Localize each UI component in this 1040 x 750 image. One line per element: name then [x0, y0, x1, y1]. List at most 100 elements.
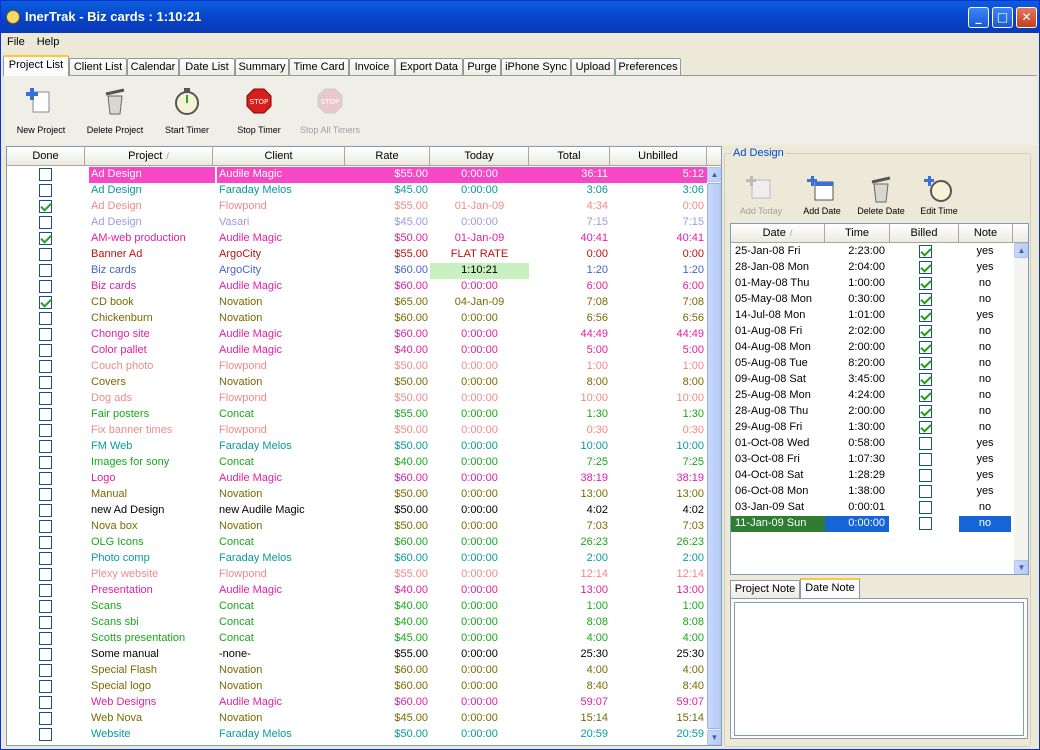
project-row[interactable]: Special Flash Novation $60.00 0:00:00 4:00 4:… — [7, 663, 707, 679]
done-checkbox[interactable] — [39, 200, 52, 213]
start-timer-button[interactable]: Start Timer — [157, 82, 217, 142]
done-checkbox[interactable] — [39, 424, 52, 437]
done-checkbox[interactable] — [39, 440, 52, 453]
date-row[interactable]: 14-Jul-08 Mon 1:01:00 yes — [731, 308, 1013, 324]
billed-checkbox[interactable] — [919, 245, 932, 258]
date-row[interactable]: 01-Oct-08 Wed 0:58:00 yes — [731, 436, 1013, 452]
tab-invoice[interactable]: Invoice — [349, 58, 395, 76]
done-checkbox[interactable] — [39, 216, 52, 229]
date-row[interactable]: 25-Jan-08 Fri 2:23:00 yes — [731, 244, 1013, 260]
tab-preferences[interactable]: Preferences — [615, 58, 681, 76]
billed-checkbox[interactable] — [919, 437, 932, 450]
project-row[interactable]: FM Web Faraday Melos $50.00 0:00:00 10:00 10:… — [7, 439, 707, 455]
project-row[interactable]: Fair posters Concat $55.00 0:00:00 1:30 1:30 — [7, 407, 707, 423]
date-row[interactable]: 03-Jan-09 Sat 0:00:01 no — [731, 500, 1013, 516]
column-header-date[interactable]: Date / — [731, 224, 825, 243]
done-checkbox[interactable] — [39, 456, 52, 469]
scroll-down-arrow-icon[interactable]: ▼ — [707, 730, 721, 745]
billed-checkbox[interactable] — [919, 421, 932, 434]
date-row[interactable]: 03-Oct-08 Fri 1:07:30 yes — [731, 452, 1013, 468]
date-row[interactable]: 25-Aug-08 Mon 4:24:00 no — [731, 388, 1013, 404]
done-checkbox[interactable] — [39, 712, 52, 725]
project-row[interactable]: Fix banner times Flowpond $50.00 0:00:00 0:3… — [7, 423, 707, 439]
project-row[interactable]: Biz cards ArgoCity $60.00 1:10:21 1:20 1:20 — [7, 263, 707, 279]
billed-checkbox[interactable] — [919, 293, 932, 306]
done-checkbox[interactable] — [39, 264, 52, 277]
column-header-billed[interactable]: Billed — [890, 224, 959, 243]
billed-checkbox[interactable] — [919, 357, 932, 370]
project-row[interactable]: Website Faraday Melos $50.00 0:00:00 20:59 20… — [7, 727, 707, 743]
tab-purge[interactable]: Purge — [463, 58, 501, 76]
date-row[interactable]: 11-Jan-09 Sun 0:00:00 no — [731, 516, 1013, 532]
done-checkbox[interactable] — [39, 632, 52, 645]
done-checkbox[interactable] — [39, 536, 52, 549]
billed-checkbox[interactable] — [919, 501, 932, 514]
menu-file[interactable]: File — [1, 33, 31, 48]
date-row[interactable]: 28-Jan-08 Mon 2:04:00 yes — [731, 260, 1013, 276]
project-row[interactable]: Ad Design Faraday Melos $45.00 0:00:00 3:06 3… — [7, 183, 707, 199]
project-row[interactable]: Scans Concat $40.00 0:00:00 1:00 1:00 — [7, 599, 707, 615]
project-row[interactable]: Scotts presentation Concat $45.00 0:00:00 4:… — [7, 631, 707, 647]
billed-checkbox[interactable] — [919, 309, 932, 322]
delete-project-button[interactable]: Delete Project — [79, 82, 151, 142]
column-header-project[interactable]: Project / — [85, 147, 213, 166]
done-checkbox[interactable] — [39, 472, 52, 485]
project-grid-scrollbar[interactable]: ▲ ▼ — [707, 167, 721, 745]
project-row[interactable]: Ad Design Audile Magic $55.00 0:00:00 36:11 5… — [7, 167, 707, 183]
done-checkbox[interactable] — [39, 728, 52, 741]
done-checkbox[interactable] — [39, 232, 52, 245]
delete-date-button[interactable]: Delete Date — [849, 170, 913, 230]
project-row[interactable]: Dog ads Flowpond $50.00 0:00:00 10:00 10:00 — [7, 391, 707, 407]
date-row[interactable]: 05-May-08 Mon 0:30:00 no — [731, 292, 1013, 308]
billed-checkbox[interactable] — [919, 389, 932, 402]
billed-checkbox[interactable] — [919, 517, 932, 530]
done-checkbox[interactable] — [39, 568, 52, 581]
project-row[interactable]: Banner Ad ArgoCity $55.00 FLAT RATE 0:00 0:00 — [7, 247, 707, 263]
minimize-button[interactable]: _ — [968, 7, 989, 28]
scroll-thumb[interactable] — [707, 183, 721, 729]
project-row[interactable]: Chongo site Audile Magic $60.00 0:00:00 44:4… — [7, 327, 707, 343]
tab-export-data[interactable]: Export Data — [395, 58, 463, 76]
project-row[interactable]: OLG Icons Concat $60.00 0:00:00 26:23 26:23 — [7, 535, 707, 551]
date-row[interactable]: 09-Aug-08 Sat 3:45:00 no — [731, 372, 1013, 388]
billed-checkbox[interactable] — [919, 325, 932, 338]
done-checkbox[interactable] — [39, 184, 52, 197]
tab-date-note[interactable]: Date Note — [800, 578, 860, 599]
billed-checkbox[interactable] — [919, 485, 932, 498]
tab-upload[interactable]: Upload — [571, 58, 615, 76]
date-row[interactable]: 01-Aug-08 Fri 2:02:00 no — [731, 324, 1013, 340]
tab-date-list[interactable]: Date List — [179, 58, 235, 76]
billed-checkbox[interactable] — [919, 261, 932, 274]
done-checkbox[interactable] — [39, 696, 52, 709]
done-checkbox[interactable] — [39, 296, 52, 309]
project-row[interactable]: Web Designs Audile Magic $60.00 0:00:00 59:0… — [7, 695, 707, 711]
column-header-note[interactable]: Note — [959, 224, 1013, 243]
project-row[interactable]: Chickenburn Novation $60.00 0:00:00 6:56 6:56 — [7, 311, 707, 327]
done-checkbox[interactable] — [39, 552, 52, 565]
tab-summary[interactable]: Summary — [235, 58, 289, 76]
edit-time-button[interactable]: Edit Time — [915, 170, 963, 230]
stop-timer-button[interactable]: STOP Stop Timer — [231, 82, 287, 142]
column-header-unbilled[interactable]: Unbilled — [610, 147, 707, 166]
done-checkbox[interactable] — [39, 360, 52, 373]
done-checkbox[interactable] — [39, 376, 52, 389]
add-date-button[interactable]: Add Date — [797, 170, 847, 230]
scroll-up-arrow-icon[interactable]: ▲ — [1014, 243, 1028, 258]
billed-checkbox[interactable] — [919, 341, 932, 354]
project-row[interactable]: Biz cards Audile Magic $60.00 0:00:00 6:00 6:… — [7, 279, 707, 295]
done-checkbox[interactable] — [39, 488, 52, 501]
done-checkbox[interactable] — [39, 504, 52, 517]
column-header-today[interactable]: Today — [430, 147, 529, 166]
done-checkbox[interactable] — [39, 312, 52, 325]
scroll-down-arrow-icon[interactable]: ▼ — [1014, 560, 1028, 574]
date-row[interactable]: 29-Aug-08 Fri 1:30:00 no — [731, 420, 1013, 436]
maximize-button[interactable]: □ — [992, 7, 1013, 28]
billed-checkbox[interactable] — [919, 469, 932, 482]
column-header-time[interactable]: Time — [825, 224, 890, 243]
done-checkbox[interactable] — [39, 600, 52, 613]
date-row[interactable]: 05-Aug-08 Tue 8:20:00 no — [731, 356, 1013, 372]
project-row[interactable]: Web Nova Novation $45.00 0:00:00 15:14 15:14 — [7, 711, 707, 727]
project-row[interactable]: Ad Design Vasari $45.00 0:00:00 7:15 7:15 — [7, 215, 707, 231]
done-checkbox[interactable] — [39, 616, 52, 629]
tab-time-card[interactable]: Time Card — [289, 58, 349, 76]
